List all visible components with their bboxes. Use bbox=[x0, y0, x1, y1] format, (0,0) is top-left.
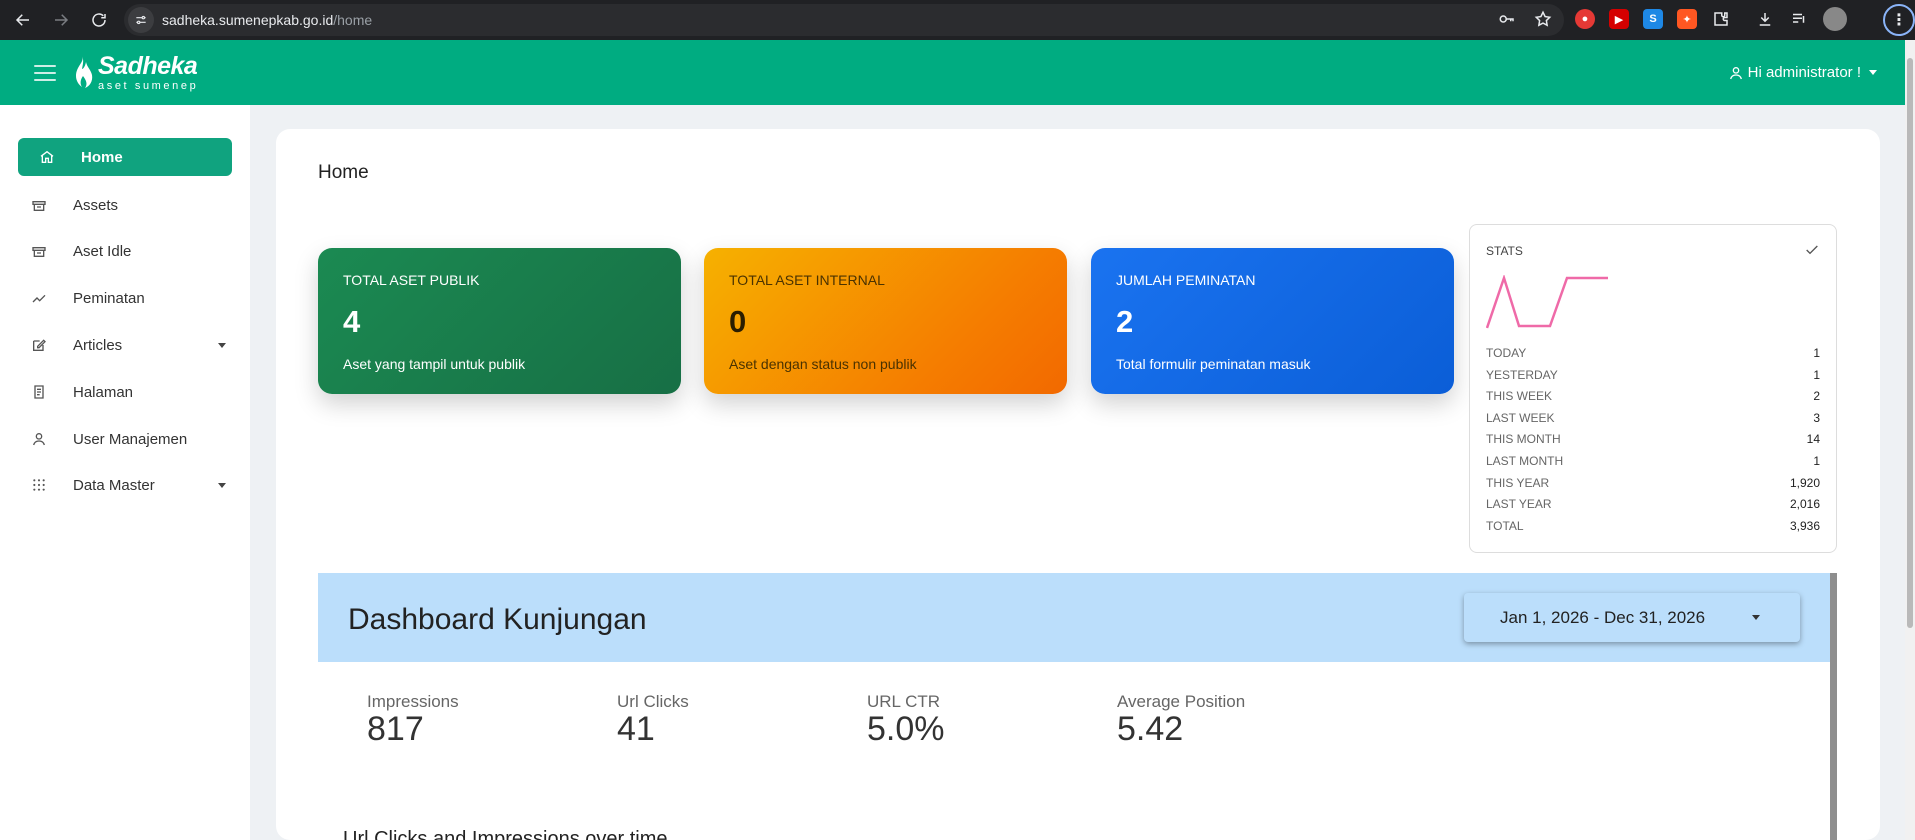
total-aset-internal-card: TOTAL ASET INTERNAL 0 Aset dengan status… bbox=[704, 248, 1067, 394]
address-bar[interactable]: sadheka.sumenepkab.go.id/home bbox=[124, 4, 1564, 36]
sidebar-item-label: Articles bbox=[73, 336, 123, 354]
tune-icon bbox=[136, 15, 146, 25]
date-range-picker[interactable]: Jan 1, 2026 - Dec 31, 2026 bbox=[1464, 593, 1800, 642]
back-button[interactable] bbox=[8, 5, 38, 35]
arrow-right-icon bbox=[55, 14, 69, 26]
sidebar-item-label: Home bbox=[81, 148, 123, 166]
dashboard-scrollbar[interactable] bbox=[1830, 573, 1837, 840]
card-description: Aset dengan status non publik bbox=[729, 356, 917, 372]
dashboard-header: Dashboard Kunjungan Jan 1, 2026 - Dec 31… bbox=[318, 573, 1830, 662]
browser-toolbar: sadheka.sumenepkab.go.id/home ● ▶ S ✦ ⋮ bbox=[0, 0, 1915, 40]
media-queue-icon[interactable] bbox=[1789, 9, 1809, 29]
user-icon bbox=[30, 430, 48, 448]
stats-row-last-month: LAST MONTH 1 bbox=[1486, 454, 1820, 468]
key-icon[interactable] bbox=[1498, 10, 1516, 28]
card-value: 2 bbox=[1116, 304, 1134, 339]
stats-widget: STATS TODAY 1 YESTERDAY 1 THIS WEEK 2 LAST … bbox=[1469, 224, 1837, 553]
card-value: 0 bbox=[729, 304, 747, 339]
profile-avatar[interactable] bbox=[1823, 7, 1847, 31]
card-description: Aset yang tampil untuk publik bbox=[343, 356, 526, 372]
site-info-button[interactable] bbox=[128, 7, 154, 33]
date-range-text: Jan 1, 2026 - Dec 31, 2026 bbox=[1500, 607, 1706, 627]
user-icon bbox=[1729, 66, 1742, 79]
user-greeting: Hi administrator ! bbox=[1747, 64, 1861, 81]
stats-row-this-week: THIS WEEK 2 bbox=[1486, 389, 1820, 403]
metric-impressions: Impressions 817 bbox=[367, 692, 459, 748]
card-value: 4 bbox=[343, 304, 361, 339]
sidebar-item-halaman[interactable]: Halaman bbox=[18, 373, 232, 411]
extension-rocket-icon[interactable]: ✦ bbox=[1677, 9, 1697, 29]
chevron-down-icon bbox=[218, 343, 226, 348]
extension-red-icon[interactable]: ● bbox=[1575, 9, 1595, 29]
sidebar-item-home[interactable]: Home bbox=[18, 138, 232, 176]
stats-title: STATS bbox=[1486, 244, 1523, 258]
visits-sparkline bbox=[1486, 275, 1608, 329]
card-label: JUMLAH PEMINATAN bbox=[1116, 272, 1256, 288]
extension-s-icon[interactable]: S bbox=[1643, 9, 1663, 29]
flame-logo-icon bbox=[76, 55, 93, 88]
sidebar-item-label: User Manajemen bbox=[73, 430, 188, 448]
grid-icon bbox=[30, 476, 48, 494]
chart-title: Url Clicks and Impressions over time bbox=[343, 828, 668, 840]
page-icon bbox=[30, 383, 48, 401]
dashboard-title: Dashboard Kunjungan bbox=[348, 603, 647, 636]
box-icon bbox=[30, 242, 48, 260]
sidebar-item-label: Assets bbox=[73, 196, 119, 214]
check-icon bbox=[1806, 245, 1818, 255]
sidebar-item-data-master[interactable]: Data Master bbox=[18, 466, 232, 504]
sparkline-line bbox=[1486, 275, 1608, 329]
sidebar-item-aset-idle[interactable]: Aset Idle bbox=[18, 232, 232, 270]
page-title: Home bbox=[318, 162, 369, 183]
sidebar-item-assets[interactable]: Assets bbox=[18, 186, 232, 224]
card-label: TOTAL ASET PUBLIK bbox=[343, 272, 480, 288]
chevron-down-icon bbox=[218, 483, 226, 488]
chevron-down-icon bbox=[1869, 70, 1877, 75]
url-text: sadheka.sumenepkab.go.id/home bbox=[162, 12, 373, 28]
metric-url-ctr: URL CTR 5.0% bbox=[867, 692, 945, 748]
logo-subtitle: aset sumenep bbox=[98, 79, 199, 92]
logo-name: Sadheka bbox=[98, 51, 198, 80]
card-label: TOTAL ASET INTERNAL bbox=[729, 272, 885, 288]
stats-row-today: TODAY 1 bbox=[1486, 346, 1820, 360]
sidebar: Home Assets Aset Idle Peminatan Articles… bbox=[0, 105, 250, 840]
sidebar-item-user-manajemen[interactable]: User Manajemen bbox=[18, 420, 232, 458]
chevron-down-icon bbox=[1752, 615, 1760, 620]
stats-row-last-year: LAST YEAR 2,016 bbox=[1486, 497, 1820, 511]
sidebar-item-label: Peminatan bbox=[73, 289, 145, 307]
app-header: Sadheka aset sumenep Hi administrator ! bbox=[0, 40, 1905, 105]
hamburger-menu-icon[interactable] bbox=[34, 64, 56, 81]
extensions-puzzle-icon[interactable] bbox=[1711, 9, 1731, 29]
metric-url-clicks: Url Clicks 41 bbox=[617, 692, 689, 748]
browser-menu-button[interactable]: ⋮ bbox=[1883, 4, 1915, 36]
home-icon bbox=[38, 148, 56, 166]
sidebar-item-articles[interactable]: Articles bbox=[18, 326, 232, 364]
stats-row-yesterday: YESTERDAY 1 bbox=[1486, 368, 1820, 382]
stats-row-total: TOTAL 3,936 bbox=[1486, 519, 1820, 533]
metric-average-position: Average Position 5.42 bbox=[1117, 692, 1246, 748]
star-icon[interactable] bbox=[1534, 10, 1552, 28]
sidebar-item-label: Data Master bbox=[73, 476, 155, 494]
stats-row-this-month: THIS MONTH 14 bbox=[1486, 432, 1820, 446]
user-menu[interactable]: Hi administrator ! bbox=[1728, 64, 1877, 81]
trend-icon bbox=[30, 289, 48, 307]
extension-play-icon[interactable]: ▶ bbox=[1609, 9, 1629, 29]
jumlah-peminatan-card: JUMLAH PEMINATAN 2 Total formulir pemina… bbox=[1091, 248, 1454, 394]
total-aset-publik-card: TOTAL ASET PUBLIK 4 Aset yang tampil unt… bbox=[318, 248, 681, 394]
reload-button[interactable] bbox=[84, 5, 114, 35]
download-icon[interactable] bbox=[1755, 9, 1775, 29]
sidebar-item-label: Aset Idle bbox=[73, 242, 132, 260]
stats-row-this-year: THIS YEAR 1,920 bbox=[1486, 476, 1820, 490]
stats-row-last-week: LAST WEEK 3 bbox=[1486, 411, 1820, 425]
forward-button[interactable] bbox=[46, 5, 76, 35]
window-scrollbar-thumb[interactable] bbox=[1907, 58, 1913, 628]
sidebar-item-label: Halaman bbox=[73, 383, 134, 401]
card-description: Total formulir peminatan masuk bbox=[1116, 356, 1311, 372]
sidebar-item-peminatan[interactable]: Peminatan bbox=[18, 279, 232, 317]
arrow-left-icon bbox=[15, 14, 29, 26]
box-icon bbox=[30, 196, 48, 214]
edit-icon bbox=[30, 336, 48, 354]
logo[interactable]: Sadheka aset sumenep bbox=[68, 51, 199, 92]
reload-icon bbox=[92, 13, 106, 27]
